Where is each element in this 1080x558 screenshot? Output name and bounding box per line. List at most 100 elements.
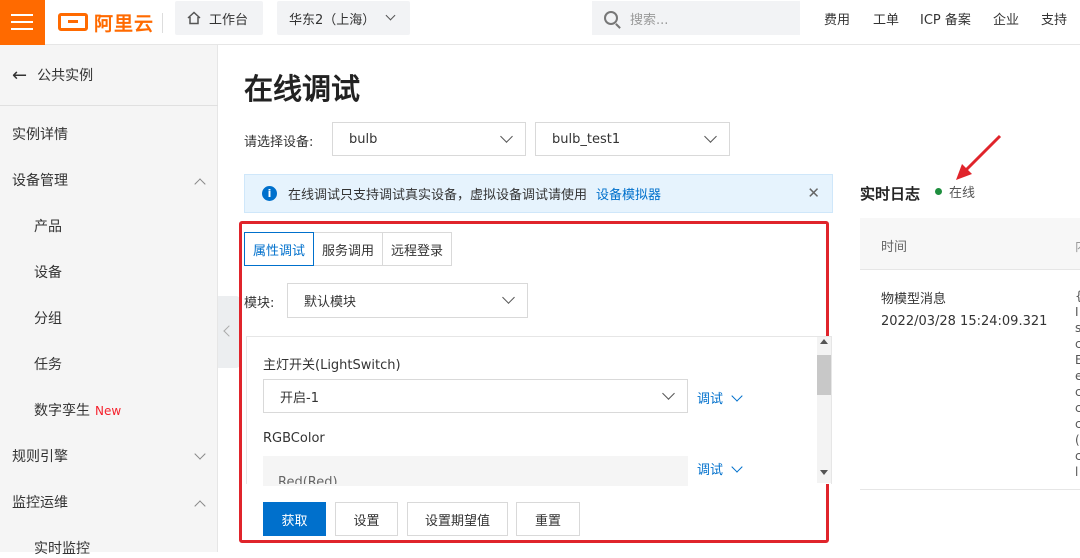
sidebar-item-label: 实时监控 <box>34 541 90 557</box>
sidebar-item-label: 规则引擎 <box>12 449 68 465</box>
product-select[interactable]: bulb <box>332 122 526 156</box>
tab-remote-login[interactable]: 远程登录 <box>382 232 453 266</box>
module-label: 模块: <box>244 296 275 311</box>
log-content-fragment: c <box>1075 449 1080 463</box>
sidebar-item-task[interactable]: 任务 <box>0 354 218 374</box>
logo-text: 阿里云 <box>94 12 155 35</box>
close-icon[interactable]: ✕ <box>807 184 820 202</box>
log-content-fragment: c <box>1075 417 1080 431</box>
sidebar-item-group[interactable]: 分组 <box>0 308 218 328</box>
status-dot-icon <box>935 188 942 195</box>
product-select-value: bulb <box>349 131 378 147</box>
module-select[interactable]: 默认模块 <box>287 283 528 318</box>
arrow-left-icon: ← <box>12 64 28 86</box>
log-content-fragment: c <box>1075 385 1080 399</box>
sidebar-item-label: 分组 <box>34 311 62 327</box>
region-label: 华东2（上海） <box>289 12 376 28</box>
reset-button[interactable]: 重置 <box>516 502 580 536</box>
logo-mark-icon <box>58 13 88 31</box>
device-select[interactable]: bulb_test1 <box>535 122 730 156</box>
log-content-fragment: c <box>1075 337 1080 351</box>
sidebar: ← 公共实例 实例详情 设备管理 产品 设备 分组 任务 数字孪生 New 规则引… <box>0 45 218 557</box>
chevron-up-icon <box>194 178 206 190</box>
search-placeholder: 搜索... <box>630 12 669 28</box>
divider <box>162 13 163 33</box>
light-switch-value: 开启-1 <box>280 390 319 406</box>
link-icp[interactable]: ICP 备案 <box>920 9 971 28</box>
sidebar-item-device[interactable]: 设备 <box>0 262 218 282</box>
sidebar-item-rule-engine[interactable]: 规则引擎 <box>0 446 218 466</box>
top-navbar: 阿里云 工作台 华东2（上海） 搜索... 费用 工单 ICP 备案 企业 支持 <box>0 0 1080 45</box>
link-billing[interactable]: 费用 <box>824 9 850 28</box>
link-support[interactable]: 支持 <box>1041 9 1067 28</box>
sidebar-item-label: 实例详情 <box>12 127 68 143</box>
search-input[interactable]: 搜索... <box>592 1 800 35</box>
simulator-link[interactable]: 设备模拟器 <box>596 184 661 203</box>
module-select-value: 默认模块 <box>304 295 357 310</box>
realtime-log-title: 实时日志 <box>860 185 921 203</box>
back-link[interactable]: ← 公共实例 <box>0 45 218 106</box>
log-col-time: 时间 <box>881 240 908 255</box>
notice-text: 在线调试只支持调试真实设备，虚拟设备调试请使用 <box>288 188 588 203</box>
sidebar-item-product[interactable]: 产品 <box>0 216 218 236</box>
set-button[interactable]: 设置 <box>335 502 398 536</box>
scroll-down-arrow-icon[interactable] <box>820 470 828 475</box>
property-label: RGBColor <box>263 431 325 446</box>
chevron-down-icon <box>500 130 513 143</box>
log-entry-timestamp: 2022/03/28 15:24:09.321 <box>881 314 1048 329</box>
get-button[interactable]: 获取 <box>263 502 326 536</box>
status-text: 在线 <box>949 186 976 201</box>
sidebar-item-instance-detail[interactable]: 实例详情 <box>0 124 218 144</box>
hamburger-menu-icon[interactable] <box>0 0 45 45</box>
sidebar-item-label: 数字孪生 <box>34 403 90 419</box>
device-select-label: 请选择设备: <box>244 135 314 150</box>
log-content-fragment: ( <box>1075 433 1080 447</box>
scroll-up-arrow-icon[interactable] <box>820 339 828 344</box>
sidebar-item-label: 设备管理 <box>12 173 68 189</box>
chevron-up-icon <box>194 500 206 512</box>
search-icon <box>604 11 618 25</box>
workbench-label: 工作台 <box>209 12 249 28</box>
chevron-down-icon <box>502 291 515 304</box>
page-title: 在线调试 <box>244 72 361 106</box>
tab-service-call[interactable]: 服务调用 <box>313 232 384 266</box>
sidebar-item-label: 产品 <box>34 219 62 235</box>
chevron-down-icon <box>385 10 396 20</box>
info-icon: i <box>262 186 277 201</box>
debug-toggle-button[interactable]: 调试 <box>697 459 743 478</box>
home-icon <box>187 11 201 25</box>
device-select-value: bulb_test1 <box>552 131 621 147</box>
sidebar-item-digital-twin[interactable]: 数字孪生 New <box>0 400 218 420</box>
debug-toggle-button[interactable]: 调试 <box>697 388 743 407</box>
scrollbar-thumb[interactable] <box>817 355 831 395</box>
workbench-button[interactable]: 工作台 <box>175 1 263 35</box>
debug-tabs: 属性调试 服务调用 远程登录 <box>244 232 453 266</box>
log-content-fragment: { <box>1075 289 1080 303</box>
link-enterprise[interactable]: 企业 <box>993 9 1019 28</box>
debug-label: 调试 <box>697 463 724 478</box>
light-switch-select[interactable]: 开启-1 <box>263 379 688 413</box>
new-badge: New <box>95 404 122 418</box>
sidebar-item-label: 设备 <box>34 265 62 281</box>
sidebar-item-device-management[interactable]: 设备管理 <box>0 170 218 190</box>
sidebar-item-label: 监控运维 <box>12 495 68 511</box>
log-entry-type: 物模型消息 <box>881 292 947 307</box>
log-content-fragment: l <box>1075 465 1079 479</box>
back-label: 公共实例 <box>37 68 94 84</box>
info-notice: i 在线调试只支持调试真实设备，虚拟设备调试请使用 设备模拟器 ✕ <box>244 174 833 213</box>
sidebar-item-monitoring[interactable]: 监控运维 <box>0 492 218 512</box>
link-tickets[interactable]: 工单 <box>873 9 899 28</box>
sidebar-collapse-handle[interactable] <box>218 296 240 368</box>
tab-property-debug[interactable]: 属性调试 <box>244 232 315 266</box>
chevron-down-icon <box>662 387 675 400</box>
log-col-content: 内 <box>1075 236 1080 255</box>
log-content-fragment: s <box>1075 321 1080 335</box>
region-select[interactable]: 华东2（上海） <box>277 1 410 35</box>
sidebar-item-label: 任务 <box>34 357 62 373</box>
sidebar-item-realtime-monitor[interactable]: 实时监控 <box>0 538 218 558</box>
log-content-fragment: E <box>1075 353 1080 367</box>
aliyun-logo[interactable]: 阿里云 <box>58 7 154 37</box>
set-expected-value-button[interactable]: 设置期望值 <box>407 502 508 536</box>
chevron-down-icon <box>731 461 743 473</box>
log-content-fragment: e <box>1075 369 1080 383</box>
